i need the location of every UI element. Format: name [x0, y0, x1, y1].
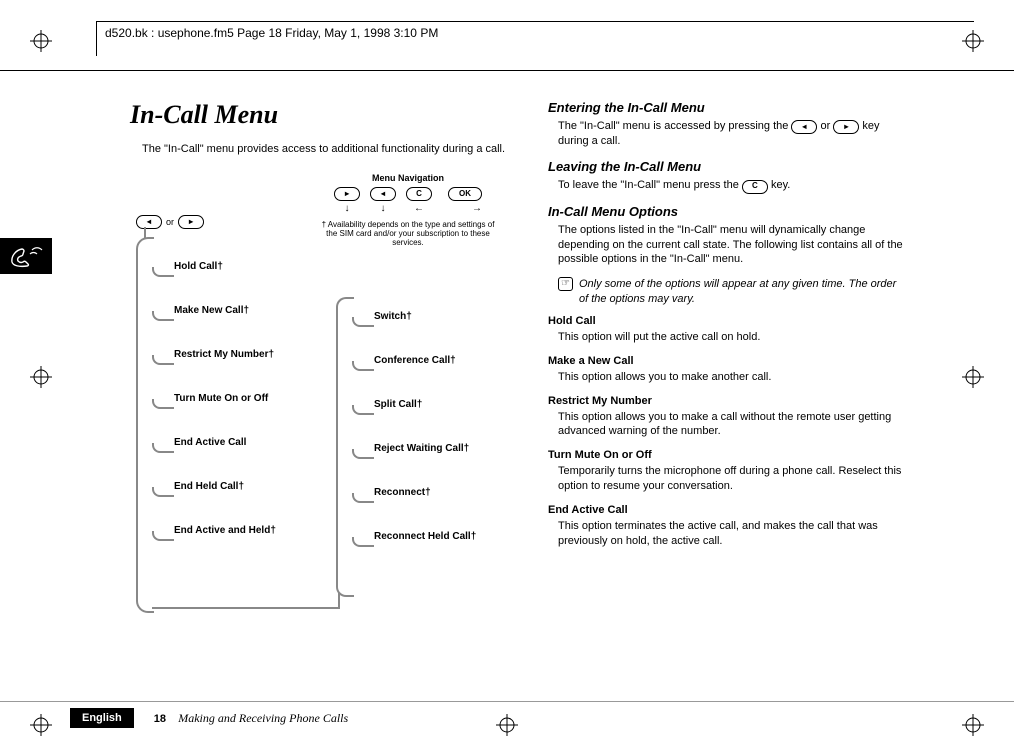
crop-mark-icon — [496, 714, 518, 736]
nav-ok-key-icon: OK — [448, 187, 482, 201]
menu-item: Split Call† — [374, 399, 422, 410]
option-heading: Make a New Call — [548, 355, 908, 367]
nav-footnote: † Availability depends on the type and s… — [318, 220, 498, 248]
right-arrow-icon: → — [472, 203, 482, 214]
right-key-icon: ▸ — [178, 215, 204, 229]
section-heading-options: In-Call Menu Options — [548, 204, 908, 219]
down-arrow-icon: ↓ — [345, 203, 350, 214]
section-body: To leave the "In-Call" menu press the C … — [558, 178, 908, 193]
menu-item: End Held Call† — [174, 481, 244, 492]
left-key-icon: ◂ — [136, 215, 162, 229]
menu-item: Restrict My Number† — [174, 349, 274, 360]
menu-navigation-legend: Menu Navigation ▸ ↓ ◂ ↓ C ← OK → † Availabil… — [318, 173, 498, 248]
page-title: In-Call Menu — [130, 100, 520, 130]
menu-item: Reject Waiting Call† — [374, 443, 469, 454]
page-number: 18 — [154, 713, 166, 725]
outer-bracket — [136, 237, 154, 613]
menu-item: End Active and Held† — [174, 525, 276, 536]
nav-left-key-icon: ◂ — [370, 187, 396, 201]
chapter-title: Making and Receiving Phone Calls — [178, 711, 348, 725]
phone-section-icon — [0, 238, 52, 274]
option-heading: Restrict My Number — [548, 395, 908, 407]
section-body: The options listed in the "In-Call" menu… — [558, 223, 908, 268]
menu-item: Turn Mute On or Off — [174, 393, 268, 404]
section-body: The "In-Call" menu is accessed by pressi… — [558, 119, 908, 149]
crop-mark-icon — [30, 366, 52, 388]
down-arrow-icon: ↓ — [381, 203, 386, 214]
menu-item: End Active Call — [174, 437, 246, 448]
diagram-connector — [152, 607, 340, 609]
menu-item: Make New Call† — [174, 305, 249, 316]
option-heading: End Active Call — [548, 504, 908, 516]
intro-text: The "In-Call" menu provides access to ad… — [142, 142, 520, 157]
section-heading-entering: Entering the In-Call Menu — [548, 100, 908, 115]
inner-bracket — [336, 297, 354, 597]
nav-c-key-icon: C — [406, 187, 432, 201]
menu-item: Hold Call† — [174, 261, 223, 272]
language-badge: English — [70, 708, 134, 728]
menu-item: Reconnect† — [374, 487, 431, 498]
note-icon: ☞ — [558, 277, 573, 291]
diagram-connector — [338, 593, 340, 609]
option-body: Temporarily turns the microphone off dur… — [558, 464, 908, 494]
option-body: This option allows you to make a call wi… — [558, 410, 908, 440]
option-body: This option will put the active call on … — [558, 330, 908, 345]
section-heading-leaving: Leaving the In-Call Menu — [548, 159, 908, 174]
crop-mark-icon — [30, 30, 52, 52]
crop-mark-icon — [30, 714, 52, 736]
nav-right-key-icon: ▸ — [334, 187, 360, 201]
or-label: or — [166, 217, 174, 227]
c-key-icon: C — [742, 180, 768, 194]
option-body: This option allows you to make another c… — [558, 370, 908, 385]
page-top-rule — [0, 70, 1014, 71]
menu-item: Conference Call† — [374, 355, 456, 366]
right-key-icon: ▸ — [833, 120, 859, 134]
note: ☞ Only some of the options will appear a… — [558, 277, 908, 307]
left-arrow-icon: ← — [414, 203, 424, 214]
left-key-icon: ◂ — [791, 120, 817, 134]
entry-keys: ◂ or ▸ — [136, 215, 204, 229]
crop-mark-icon — [962, 366, 984, 388]
option-body: This option terminates the active call, … — [558, 519, 908, 549]
nav-label: Menu Navigation — [318, 173, 498, 183]
menu-item: Reconnect Held Call† — [374, 531, 476, 542]
crop-mark-icon — [962, 714, 984, 736]
option-heading: Turn Mute On or Off — [548, 449, 908, 461]
page-header: d520.bk : usephone.fm5 Page 18 Friday, M… — [96, 21, 974, 56]
page-footer: English 18 Making and Receiving Phone Ca… — [0, 701, 1014, 702]
menu-diagram: ◂ or ▸ Menu Navigation ▸ ↓ ◂ ↓ C ← OK → † Av… — [130, 173, 520, 613]
option-heading: Hold Call — [548, 315, 908, 327]
menu-item: Switch† — [374, 311, 412, 322]
